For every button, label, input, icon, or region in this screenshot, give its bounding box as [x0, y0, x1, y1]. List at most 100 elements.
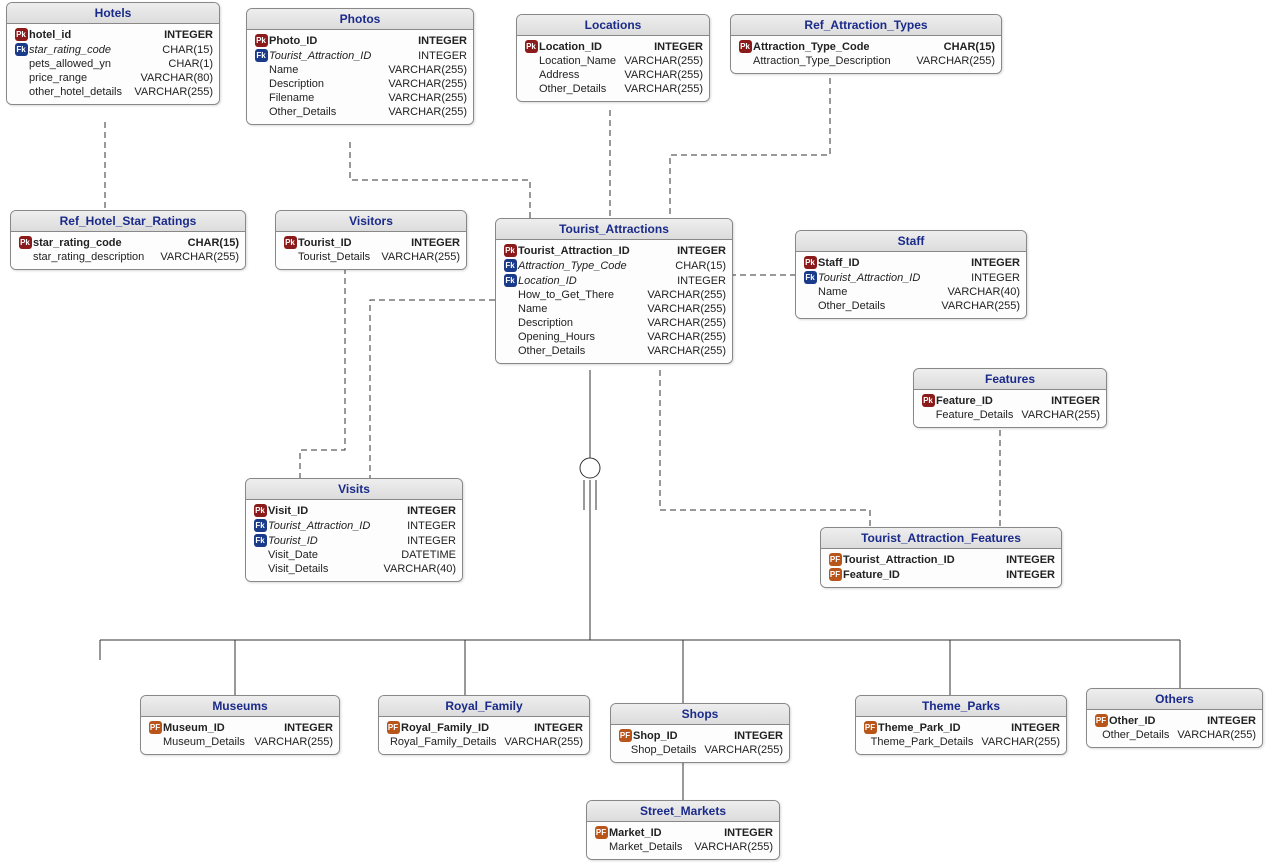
- entity-tourist-attractions[interactable]: Tourist_Attractions PkTourist_Attraction…: [495, 218, 733, 364]
- column-name: Other_Details: [1102, 729, 1177, 741]
- column-row: star_rating_descriptionVARCHAR(255): [17, 250, 239, 264]
- entity-street-markets[interactable]: Street_Markets PFMarket_IDINTEGERMarket_…: [586, 800, 780, 860]
- pf-badge-icon: PF: [147, 721, 163, 734]
- column-name: star_rating_code: [29, 44, 162, 56]
- column-name: Other_Details: [269, 106, 388, 118]
- pk-badge-icon: Pk: [802, 256, 818, 269]
- column-name: Other_Details: [518, 345, 647, 357]
- column-name: Name: [818, 286, 947, 298]
- column-type: INTEGER: [534, 722, 583, 734]
- column-row: Visit_DetailsVARCHAR(40): [252, 562, 456, 576]
- entity-title: Photos: [247, 9, 473, 30]
- column-row: FkTourist_Attraction_IDINTEGER: [802, 270, 1020, 285]
- column-type: VARCHAR(255): [647, 303, 726, 315]
- column-type: VARCHAR(255): [694, 841, 773, 853]
- column-row: Shop_DetailsVARCHAR(255): [617, 743, 783, 757]
- column-row: AddressVARCHAR(255): [523, 68, 703, 82]
- entity-features[interactable]: Features PkFeature_IDINTEGERFeature_Deta…: [913, 368, 1107, 428]
- column-type: INTEGER: [1051, 395, 1100, 407]
- column-type: CHAR(15): [944, 41, 995, 53]
- column-row: Pkhotel_idINTEGER: [13, 27, 213, 42]
- entity-staff[interactable]: Staff PkStaff_IDINTEGERFkTourist_Attract…: [795, 230, 1027, 319]
- column-name: Location_ID: [518, 275, 677, 287]
- entity-columns: PFTheme_Park_IDINTEGERTheme_Park_Details…: [856, 717, 1066, 754]
- column-name: Market_ID: [609, 827, 724, 839]
- entity-columns: Pkstar_rating_codeCHAR(15)star_rating_de…: [11, 232, 245, 269]
- column-name: Filename: [269, 92, 388, 104]
- entity-title: Theme_Parks: [856, 696, 1066, 717]
- column-row: DescriptionVARCHAR(255): [502, 316, 726, 330]
- column-type: VARCHAR(255): [254, 736, 333, 748]
- entity-shops[interactable]: Shops PFShop_IDINTEGERShop_DetailsVARCHA…: [610, 703, 790, 763]
- entity-visits[interactable]: Visits PkVisit_IDINTEGERFkTourist_Attrac…: [245, 478, 463, 582]
- entity-title: Tourist_Attractions: [496, 219, 732, 240]
- entity-others[interactable]: Others PFOther_IDINTEGEROther_DetailsVAR…: [1086, 688, 1263, 748]
- column-name: Visit_ID: [268, 505, 407, 517]
- column-row: Other_DetailsVARCHAR(255): [1093, 728, 1256, 742]
- entity-columns: PFRoyal_Family_IDINTEGERRoyal_Family_Det…: [379, 717, 589, 754]
- fk-badge-icon: Fk: [502, 274, 518, 287]
- entity-columns: PFShop_IDINTEGERShop_DetailsVARCHAR(255): [611, 725, 789, 762]
- column-name: Other_ID: [1109, 715, 1207, 727]
- column-type: VARCHAR(255): [624, 69, 703, 81]
- entity-theme-parks[interactable]: Theme_Parks PFTheme_Park_IDINTEGERTheme_…: [855, 695, 1067, 755]
- entity-tourist-attraction-features[interactable]: Tourist_Attraction_Features PFTourist_At…: [820, 527, 1062, 588]
- column-name: Tourist_Details: [298, 251, 381, 263]
- column-type: INTEGER: [677, 275, 726, 287]
- column-name: Royal_Family_ID: [401, 722, 534, 734]
- column-type: INTEGER: [407, 535, 456, 547]
- column-row: PFFeature_IDINTEGER: [827, 567, 1055, 582]
- entity-photos[interactable]: Photos PkPhoto_IDINTEGERFkTourist_Attrac…: [246, 8, 474, 125]
- column-name: Description: [518, 317, 647, 329]
- column-row: Other_DetailsVARCHAR(255): [502, 344, 726, 358]
- pf-badge-icon: PF: [862, 721, 878, 734]
- entity-title: Ref_Hotel_Star_Ratings: [11, 211, 245, 232]
- column-type: INTEGER: [654, 41, 703, 53]
- column-type: VARCHAR(255): [624, 83, 703, 95]
- pk-badge-icon: Pk: [13, 28, 29, 41]
- entity-hotels[interactable]: Hotels Pkhotel_idINTEGERFkstar_rating_co…: [6, 2, 220, 105]
- column-row: price_rangeVARCHAR(80): [13, 71, 213, 85]
- entity-ref-hotel-star-ratings[interactable]: Ref_Hotel_Star_Ratings Pkstar_rating_cod…: [10, 210, 246, 270]
- entity-title: Royal_Family: [379, 696, 589, 717]
- column-type: VARCHAR(255): [647, 289, 726, 301]
- column-name: Name: [518, 303, 647, 315]
- column-row: Visit_DateDATETIME: [252, 548, 456, 562]
- entity-columns: PkLocation_IDINTEGERLocation_NameVARCHAR…: [517, 36, 709, 101]
- column-row: PFShop_IDINTEGER: [617, 728, 783, 743]
- column-name: Photo_ID: [269, 35, 418, 47]
- column-name: Feature_ID: [843, 569, 1006, 581]
- entity-royal-family[interactable]: Royal_Family PFRoyal_Family_IDINTEGERRoy…: [378, 695, 590, 755]
- fk-badge-icon: Fk: [252, 519, 268, 532]
- entity-title: Others: [1087, 689, 1262, 710]
- column-name: Location_Name: [539, 55, 624, 67]
- column-name: Visit_Date: [268, 549, 401, 561]
- column-type: VARCHAR(255): [388, 64, 467, 76]
- entity-columns: PkFeature_IDINTEGERFeature_DetailsVARCHA…: [914, 390, 1106, 427]
- entity-locations[interactable]: Locations PkLocation_IDINTEGERLocation_N…: [516, 14, 710, 102]
- entity-columns: PkPhoto_IDINTEGERFkTourist_Attraction_ID…: [247, 30, 473, 124]
- column-name: Other_Details: [539, 83, 624, 95]
- entity-ref-attraction-types[interactable]: Ref_Attraction_Types PkAttraction_Type_C…: [730, 14, 1002, 74]
- column-row: Other_DetailsVARCHAR(255): [802, 299, 1020, 313]
- column-row: NameVARCHAR(255): [253, 63, 467, 77]
- entity-museums[interactable]: Museums PFMuseum_IDINTEGERMuseum_Details…: [140, 695, 340, 755]
- column-row: PFTheme_Park_IDINTEGER: [862, 720, 1060, 735]
- column-row: PkStaff_IDINTEGER: [802, 255, 1020, 270]
- entity-visitors[interactable]: Visitors PkTourist_IDINTEGERTourist_Deta…: [275, 210, 467, 270]
- column-name: Shop_ID: [633, 730, 734, 742]
- column-row: NameVARCHAR(40): [802, 285, 1020, 299]
- column-name: Tourist_Attraction_ID: [518, 245, 677, 257]
- column-row: PkTourist_IDINTEGER: [282, 235, 460, 250]
- entity-title: Hotels: [7, 3, 219, 24]
- column-name: Attraction_Type_Description: [753, 55, 916, 67]
- column-name: star_rating_description: [33, 251, 160, 263]
- column-row: other_hotel_detailsVARCHAR(255): [13, 85, 213, 99]
- column-row: PkVisit_IDINTEGER: [252, 503, 456, 518]
- column-name: Tourist_Attraction_ID: [843, 554, 1006, 566]
- pk-badge-icon: Pk: [253, 34, 269, 47]
- column-type: VARCHAR(255): [388, 78, 467, 90]
- column-name: Opening_Hours: [518, 331, 647, 343]
- column-type: INTEGER: [407, 505, 456, 517]
- entity-title: Staff: [796, 231, 1026, 252]
